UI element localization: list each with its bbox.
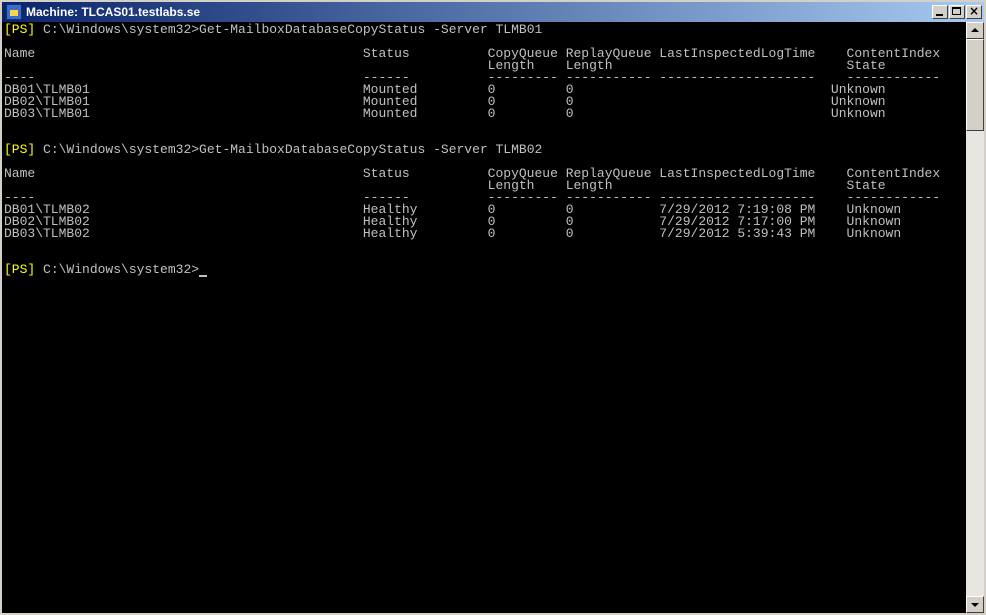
arrow-up-icon [971,28,979,32]
vertical-scrollbar[interactable] [966,22,984,613]
console-output[interactable]: [PS] C:\Windows\system32>Get-MailboxData… [2,22,966,613]
maximize-icon [952,7,961,15]
prompt-path: C:\Windows\system32> [35,262,200,277]
prompt-tag: [PS] [4,142,36,157]
maximize-button[interactable] [949,5,965,19]
prompt-path: C:\Windows\system32> [35,22,200,37]
command-line-1: [PS] C:\Windows\system32>Get-MailboxData… [4,22,543,37]
title-bar[interactable]: Machine: TLCAS01.testlabs.se × [2,2,984,22]
command-text: Get-MailboxDatabaseCopyStatus -Server TL… [199,142,543,157]
prompt-path: C:\Windows\system32> [35,142,200,157]
active-prompt-line[interactable]: [PS] C:\Windows\system32> [4,262,208,277]
window-title: Machine: TLCAS01.testlabs.se [26,5,201,19]
prompt-tag: [PS] [4,22,36,37]
text-cursor [199,275,208,277]
powershell-icon[interactable] [6,4,22,20]
minimize-button[interactable] [932,5,948,19]
arrow-down-icon [971,603,979,607]
table-row: DB03\TLMB02 Healthy 0 0 7/29/2012 5:39:4… [4,226,902,241]
prompt-tag: [PS] [4,262,36,277]
table-row: DB03\TLMB01 Mounted 0 0 Unknown [4,106,886,121]
scroll-down-button[interactable] [966,596,984,613]
command-text: Get-MailboxDatabaseCopyStatus -Server TL… [199,22,543,37]
close-icon: × [968,4,980,18]
command-line-2: [PS] C:\Windows\system32>Get-MailboxData… [4,142,543,157]
console-window: Machine: TLCAS01.testlabs.se × [PS] C:\W… [0,0,986,615]
minimize-icon [936,14,943,16]
scrollbar-thumb[interactable] [966,39,984,131]
close-button[interactable]: × [966,4,982,19]
scroll-up-button[interactable] [966,22,984,39]
